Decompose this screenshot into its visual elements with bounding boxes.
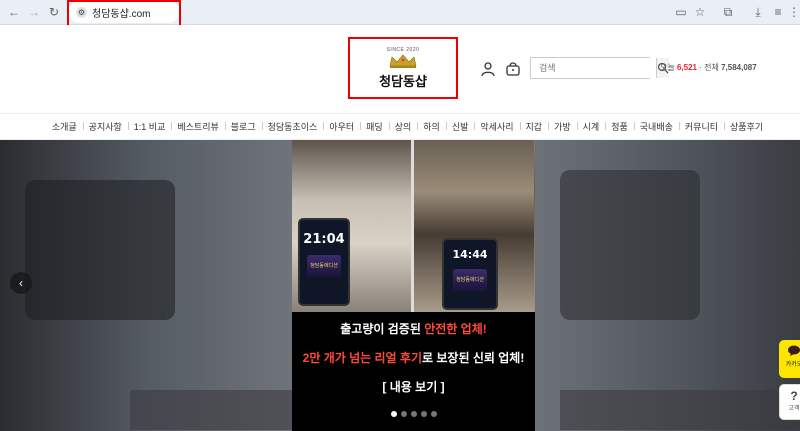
chat-bubble-icon <box>788 345 800 356</box>
total-label: 전체 <box>704 63 719 72</box>
crown-icon <box>389 54 417 68</box>
nav-item[interactable]: 국내배송 <box>633 120 679 133</box>
search-input[interactable] <box>531 58 656 78</box>
nav-item[interactable]: 청담동초이스 <box>261 120 324 133</box>
logo-name: 청담동샵 <box>379 73 427 89</box>
today-count: 6,521 <box>676 63 697 72</box>
phone-right-crest: 청담동에디션 <box>453 269 487 291</box>
nav-item[interactable]: 상의 <box>388 120 418 133</box>
hero-banner: 21:04 청담동에디션 14:44 청담동에디션 출고량이 검증된 안전한 업… <box>0 140 800 431</box>
url-text: 청담동샵.com <box>92 8 151 20</box>
nav-item[interactable]: 소개글 <box>46 120 83 133</box>
blurred-phone-right <box>560 170 700 320</box>
nav-item[interactable]: 공지사항 <box>82 120 128 133</box>
slide-dot[interactable] <box>400 411 407 417</box>
main-nav: 소개글 공지사항 1:1 비교 베스트리뷰 블로그 청담동초이스 아우터 패딩 상의 하의 신발 악세… <box>0 113 800 140</box>
slide-dot[interactable] <box>430 411 437 417</box>
download-icon[interactable]: ⤓ <box>750 4 766 20</box>
extensions-icon[interactable]: ⧉ <box>720 4 736 20</box>
user-icon[interactable] <box>480 61 496 77</box>
site-info-icon[interactable]: ⚙ <box>76 6 87 18</box>
nav-item[interactable]: 지갑 <box>519 120 549 133</box>
question-icon: ? <box>790 389 798 403</box>
bookmark-star-icon[interactable]: ☆ <box>692 4 708 20</box>
nav-item[interactable]: 패딩 <box>360 120 389 133</box>
slide-dot[interactable] <box>420 411 427 417</box>
nav-item[interactable]: 블로그 <box>224 120 262 133</box>
phone-left-time: 21:04 <box>303 232 345 247</box>
today-label: 오늘 <box>660 63 675 72</box>
nav-item[interactable]: 아우터 <box>323 120 360 133</box>
browser-toolbar: ← → ↻ ⚙ 청담동샵.com ▭ ☆ ⧉ ⤓ ≡ ⋮ <box>0 0 800 27</box>
blurred-phone-left <box>25 180 175 320</box>
visitor-counter: 오늘 6,521 · 전체 7,584,087 <box>660 63 757 72</box>
nav-item[interactable]: 상품후기 <box>724 120 769 133</box>
address-bar[interactable]: ⚙ 청담동샵.com <box>68 1 180 23</box>
nav-item[interactable]: 악세사리 <box>474 120 519 133</box>
reload-icon[interactable]: ↻ <box>46 4 62 20</box>
reading-list-icon[interactable]: ≡ <box>770 4 786 20</box>
caption-line-2: 2만 개가 넘는 리얼 후기로 보장된 신뢰 업체! <box>302 351 525 365</box>
site-header: SINCE 2020 청담동샵 오늘 6,521 · 전체 7,584,087 <box>0 25 800 113</box>
blurred-text-right <box>560 390 800 430</box>
active-slide[interactable]: 21:04 청담동에디션 14:44 청담동에디션 출고량이 검증된 안전한 업… <box>292 140 535 431</box>
slide-dot[interactable] <box>390 411 397 417</box>
phone-right-time: 14:44 <box>452 248 488 261</box>
view-content-link[interactable]: [ 내용 보기 ] <box>292 378 535 395</box>
back-icon[interactable]: ← <box>6 4 22 20</box>
logo-since: SINCE 2020 <box>386 46 420 53</box>
slide-dot[interactable] <box>410 411 417 417</box>
nav-item[interactable]: 시계 <box>576 120 606 133</box>
nav-item[interactable]: 하의 <box>417 120 446 133</box>
customer-help-button[interactable]: ? 고객 <box>779 384 800 420</box>
phone-left-crest: 청담동에디션 <box>307 255 341 277</box>
nav-item[interactable]: 정품 <box>605 120 634 133</box>
warehouse-photo: 21:04 청담동에디션 14:44 청담동에디션 <box>292 140 535 312</box>
phone-right: 14:44 청담동에디션 <box>442 238 498 310</box>
menu-icon[interactable]: ⋮ <box>786 4 800 20</box>
nav-item[interactable]: 신발 <box>445 120 475 133</box>
phone-left: 21:04 청담동에디션 <box>298 218 350 306</box>
caption-line-1: 출고량이 검증된 안전한 업체! <box>340 322 487 336</box>
nav-item[interactable]: 가방 <box>548 120 577 133</box>
cast-icon[interactable]: ▭ <box>673 4 689 20</box>
cart-icon[interactable] <box>505 61 521 77</box>
forward-icon[interactable]: → <box>26 4 42 20</box>
site-logo[interactable]: SINCE 2020 청담동샵 <box>348 37 458 99</box>
nav-item[interactable]: 베스트리뷰 <box>171 120 224 133</box>
total-count: 7,584,087 <box>721 63 757 72</box>
slide-pagination <box>292 411 535 417</box>
kakao-chat-button[interactable]: 카카오 <box>779 340 800 378</box>
prev-slide-button[interactable]: ‹ <box>10 272 32 294</box>
nav-item[interactable]: 커뮤니티 <box>678 120 724 133</box>
nav-item[interactable]: 1:1 비교 <box>127 120 172 133</box>
search-box <box>530 57 669 79</box>
